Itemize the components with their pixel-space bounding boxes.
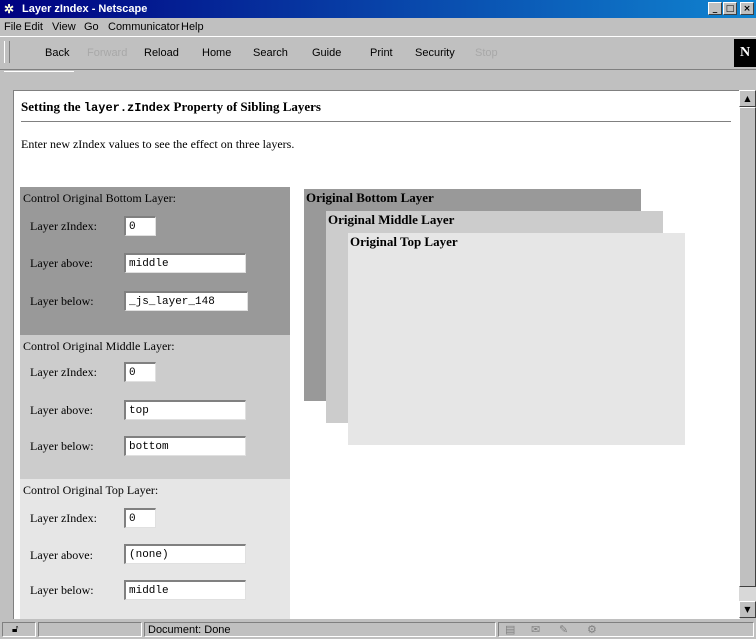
scroll-thumb[interactable] [739, 107, 756, 587]
horizontal-rule [21, 121, 731, 123]
navigation-toolbar: Back Forward Reload Home Search Guide Pr… [0, 36, 756, 70]
guide-button[interactable]: Guide [312, 47, 341, 59]
scroll-down-arrow-icon[interactable]: ▼ [739, 601, 756, 618]
top-above-input[interactable] [124, 544, 246, 564]
panel-title: Control Original Middle Layer: [23, 339, 175, 353]
below-label: Layer below: [30, 439, 94, 453]
middle-zindex-input[interactable] [124, 362, 156, 382]
panel-title: Control Original Top Layer: [23, 483, 159, 497]
below-label: Layer below: [30, 294, 94, 308]
minimize-button[interactable]: _ [708, 2, 722, 15]
layer-title: Original Middle Layer [328, 212, 455, 227]
security-button[interactable]: Security [415, 47, 455, 59]
control-panel-top: Control Original Top Layer: Layer zIndex… [20, 479, 290, 619]
print-button[interactable]: Print [370, 47, 393, 59]
menu-help[interactable]: Help [181, 21, 204, 33]
zindex-label: Layer zIndex: [30, 219, 97, 233]
status-bar: 🔓︎ Document: Done ▤ ✉ ✎ ⚙ [0, 620, 756, 639]
window-title: Layer zIndex - Netscape [22, 3, 148, 15]
panel-title: Control Original Bottom Layer: [23, 191, 176, 205]
forward-button[interactable]: Forward [87, 47, 127, 59]
netscape-logo[interactable]: N [734, 39, 756, 67]
navigator-icon[interactable]: ▤ [505, 623, 515, 636]
control-panel-middle: Control Original Middle Layer: Layer zIn… [20, 335, 290, 479]
layer-title: Original Bottom Layer [306, 190, 434, 205]
security-lock-icon[interactable]: 🔓︎ [2, 622, 36, 637]
bottom-zindex-input[interactable] [124, 216, 156, 236]
page-title: Setting the layer.zIndex Property of Sib… [21, 99, 321, 115]
menu-bar: File Edit View Go Communicator Help [0, 18, 756, 36]
page-content: Setting the layer.zIndex Property of Sib… [13, 90, 740, 619]
menu-communicator[interactable]: Communicator [108, 21, 180, 33]
toolbar-tabs [0, 70, 756, 80]
scroll-up-arrow-icon[interactable]: ▲ [739, 90, 756, 107]
home-button[interactable]: Home [202, 47, 231, 59]
layer-top: Original Top Layer [348, 233, 685, 445]
back-button[interactable]: Back [45, 47, 69, 59]
bottom-below-input[interactable] [124, 291, 248, 311]
netscape-app-icon: ✲ [4, 2, 15, 16]
composer-icon[interactable]: ⚙ [587, 623, 597, 636]
top-zindex-input[interactable] [124, 508, 156, 528]
above-label: Layer above: [30, 256, 93, 270]
status-text-box: Document: Done [144, 622, 496, 637]
discussion-icon[interactable]: ✎ [559, 623, 568, 636]
below-label: Layer below: [30, 583, 94, 597]
menu-file[interactable]: File [4, 21, 22, 33]
close-button[interactable]: × [740, 2, 754, 15]
layer-title: Original Top Layer [350, 234, 458, 249]
middle-below-input[interactable] [124, 436, 246, 456]
component-bar: ▤ ✉ ✎ ⚙ [498, 622, 754, 637]
progress-bar [38, 622, 142, 637]
status-text: Document: Done [148, 624, 231, 636]
zindex-label: Layer zIndex: [30, 365, 97, 379]
zindex-label: Layer zIndex: [30, 511, 97, 525]
vertical-scrollbar[interactable]: ▲ ▼ [739, 90, 756, 618]
above-label: Layer above: [30, 548, 93, 562]
menu-edit[interactable]: Edit [24, 21, 43, 33]
menu-view[interactable]: View [52, 21, 76, 33]
control-panel-bottom: Control Original Bottom Layer: Layer zIn… [20, 187, 290, 335]
intro-text: Enter new zIndex values to see the effec… [21, 137, 295, 151]
reload-button[interactable]: Reload [144, 47, 179, 59]
mail-icon[interactable]: ✉ [531, 623, 540, 636]
toolbar-grip[interactable] [4, 41, 10, 63]
title-bar: ✲ Layer zIndex - Netscape _ □ × [0, 0, 756, 18]
top-below-input[interactable] [124, 580, 246, 600]
toolbar-tab[interactable] [4, 71, 74, 79]
above-label: Layer above: [30, 403, 93, 417]
search-button[interactable]: Search [253, 47, 288, 59]
bottom-above-input[interactable] [124, 253, 246, 273]
stop-button[interactable]: Stop [475, 47, 498, 59]
menu-go[interactable]: Go [84, 21, 99, 33]
middle-above-input[interactable] [124, 400, 246, 420]
maximize-button[interactable]: □ [723, 2, 737, 15]
